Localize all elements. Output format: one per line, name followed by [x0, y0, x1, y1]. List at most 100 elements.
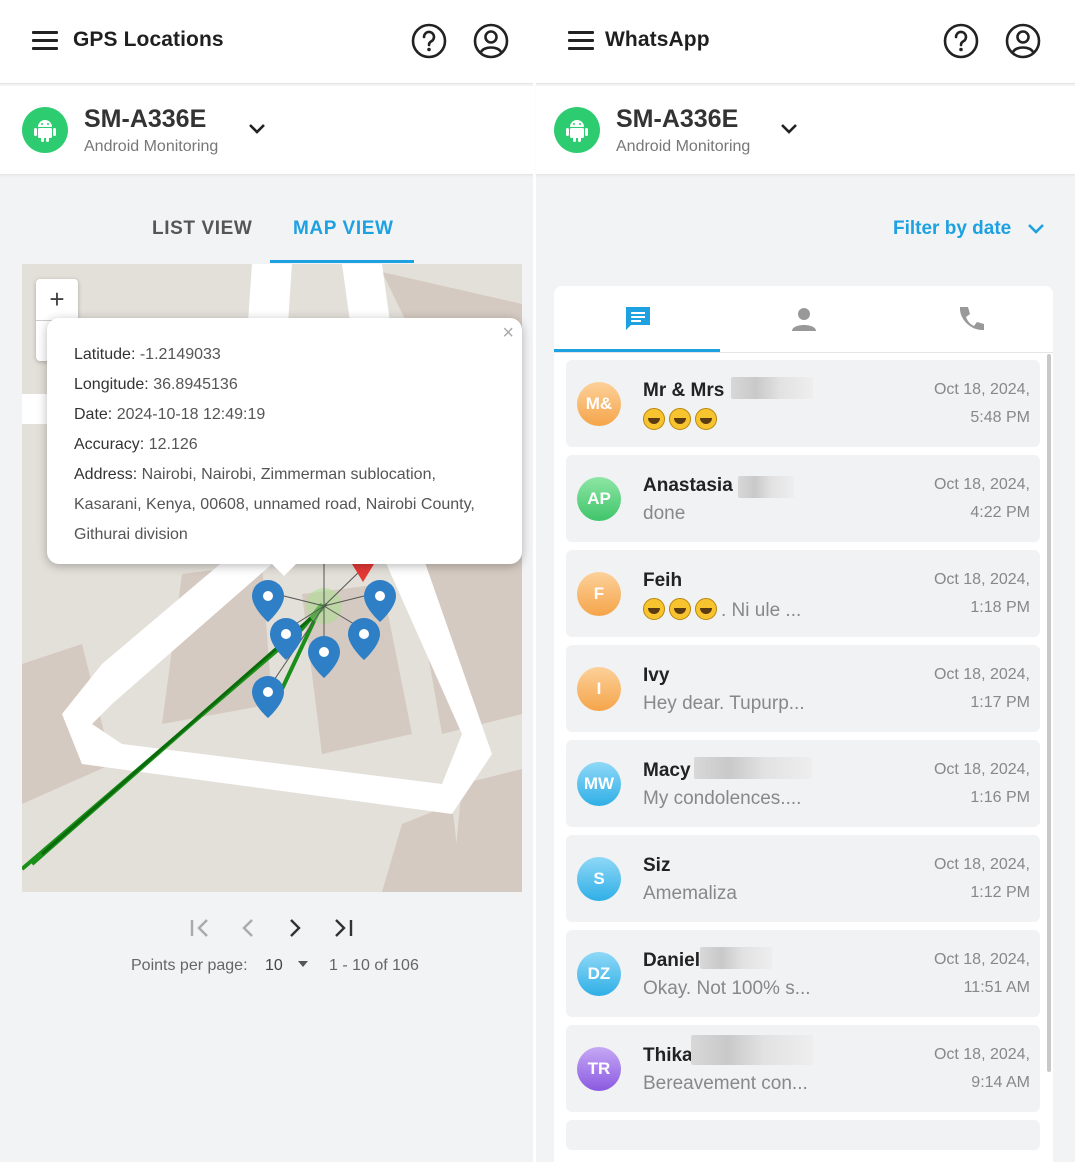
redacted-name [700, 947, 772, 969]
rofl-emoji-icon [669, 598, 691, 620]
first-page-icon[interactable] [188, 914, 212, 942]
chat-preview: done [643, 503, 686, 524]
help-circle-icon[interactable] [410, 22, 448, 60]
android-icon [22, 107, 68, 153]
tab-contacts[interactable] [720, 286, 886, 352]
close-icon[interactable]: × [502, 322, 514, 345]
avatar: MW [577, 762, 621, 806]
contacts-icon [792, 308, 816, 331]
help-circle-icon[interactable] [942, 22, 980, 60]
chat-preview: Hey dear. Tupurp... [643, 693, 805, 714]
chat-time: 9:14 AM [971, 1074, 1030, 1091]
chat-preview [643, 408, 721, 432]
chat-date: Oct 18, 2024, [933, 381, 1030, 398]
popup-details: Latitude: -1.2149033 Longitude: 36.89451… [74, 340, 504, 550]
chat-list-card: M& Mr & Mrs Oct 18, 2024, 5:48 PM AP Ana… [554, 286, 1053, 1162]
chat-date: Oct 18, 2024, [933, 761, 1030, 778]
device-name: SM-A336E [84, 105, 207, 133]
zoom-in-button[interactable]: + [36, 279, 78, 320]
chat-name: Anastasia [643, 475, 733, 496]
chat-time: 1:17 PM [970, 694, 1030, 711]
chat-item[interactable]: I Ivy Hey dear. Tupurp... Oct 18, 2024, … [566, 645, 1040, 732]
longitude-row: Longitude: 36.8945136 [74, 376, 238, 393]
filter-label: Filter by date [893, 218, 1012, 239]
chats-icon [626, 307, 650, 330]
chat-name: Macy [643, 760, 691, 781]
redacted-name [738, 476, 794, 498]
address-row: Address: Nairobi, Nairobi, Zimmerman sub… [74, 466, 475, 543]
chat-time: 11:51 AM [963, 979, 1030, 996]
chat-date: Oct 18, 2024, [933, 951, 1030, 968]
chat-time: 5:48 PM [970, 409, 1030, 426]
scrollbar[interactable] [1047, 354, 1051, 1072]
redacted-name [691, 1035, 813, 1065]
chevron-down-icon [1028, 224, 1044, 234]
device-subtitle: Android Monitoring [616, 138, 751, 155]
chat-date: Oct 18, 2024, [933, 1046, 1030, 1063]
accuracy-row: Accuracy: 12.126 [74, 436, 198, 453]
chat-item[interactable]: M& Mr & Mrs Oct 18, 2024, 5:48 PM [566, 360, 1040, 447]
account-circle-icon[interactable] [472, 22, 510, 60]
filter-by-date-button[interactable]: Filter by date [893, 218, 1044, 240]
chat-time: 1:12 PM [970, 884, 1030, 901]
chat-preview: Bereavement con... [643, 1073, 808, 1094]
chevron-down-icon[interactable] [779, 122, 799, 136]
chat-item[interactable]: TR Thika Bereavement con... Oct 18, 2024… [566, 1025, 1040, 1112]
last-page-icon[interactable] [331, 914, 355, 942]
chat-date: Oct 18, 2024, [933, 476, 1030, 493]
page-title: WhatsApp [605, 28, 710, 51]
points-per-page-select[interactable]: 10 [265, 957, 309, 975]
chat-name: Thika [643, 1045, 693, 1066]
android-icon [554, 107, 600, 153]
rofl-emoji-icon [643, 598, 665, 620]
chat-item[interactable]: MW Macy My condolences.... Oct 18, 2024,… [566, 740, 1040, 827]
device-selector[interactable]: SM-A336E Android Monitoring [536, 86, 1075, 175]
next-page-icon[interactable] [285, 914, 305, 942]
chat-name: Ivy [643, 665, 670, 686]
chat-item[interactable]: S Siz Amemaliza Oct 18, 2024, 1:12 PM [566, 835, 1040, 922]
page-title: GPS Locations [73, 28, 224, 51]
chat-preview: Amemaliza [643, 883, 737, 904]
avatar: S [577, 857, 621, 901]
chat-item[interactable]: AP Anastasia done Oct 18, 2024, 4:22 PM [566, 455, 1040, 542]
chat-time: 1:16 PM [970, 789, 1030, 806]
avatar: AP [577, 477, 621, 521]
points-per-page-label: Points per page: [131, 957, 248, 974]
chat-time: 4:22 PM [970, 504, 1030, 521]
chat-item[interactable] [566, 1120, 1040, 1150]
points-per-page-value: 10 [265, 957, 283, 974]
laughing-emoji-icon [695, 408, 717, 430]
chat-name: Mr & Mrs [643, 380, 725, 401]
popup-pointer [270, 562, 298, 576]
pagination-range: 1 - 10 of 106 [329, 957, 419, 974]
tab-chats[interactable] [554, 286, 720, 352]
chat-preview: Okay. Not 100% s... [643, 978, 811, 999]
menu-icon[interactable] [32, 31, 58, 51]
chat-date: Oct 18, 2024, [933, 571, 1030, 588]
chat-item[interactable]: F Feih . Ni ule ... Oct 18, 2024, 1:18 P… [566, 550, 1040, 637]
avatar: F [577, 572, 621, 616]
chat-name: Feih [643, 570, 683, 591]
top-app-bar: WhatsApp [536, 0, 1075, 84]
rofl-emoji-icon [695, 598, 717, 620]
avatar: M& [577, 382, 621, 426]
chat-date: Oct 18, 2024, [933, 856, 1030, 873]
chat-name: Daniel [643, 950, 701, 971]
chat-preview: My condolences.... [643, 788, 802, 809]
chevron-down-icon[interactable] [247, 122, 267, 136]
tab-calls[interactable] [887, 286, 1053, 352]
previous-page-icon[interactable] [238, 914, 258, 942]
latitude-row: Latitude: -1.2149033 [74, 346, 221, 363]
avatar: TR [577, 1047, 621, 1091]
device-selector[interactable]: SM-A336E Android Monitoring [0, 86, 533, 175]
tab-list-view[interactable]: LIST VIEW [152, 218, 252, 240]
account-circle-icon[interactable] [1004, 22, 1042, 60]
tab-map-view[interactable]: MAP VIEW [293, 218, 394, 240]
laughing-emoji-icon [669, 408, 691, 430]
chat-item[interactable]: DZ Daniel Okay. Not 100% s... Oct 18, 20… [566, 930, 1040, 1017]
calls-icon [959, 307, 984, 331]
menu-icon[interactable] [568, 31, 594, 51]
chat-name: Siz [643, 855, 671, 876]
device-subtitle: Android Monitoring [84, 138, 219, 155]
top-app-bar: GPS Locations [0, 0, 533, 84]
